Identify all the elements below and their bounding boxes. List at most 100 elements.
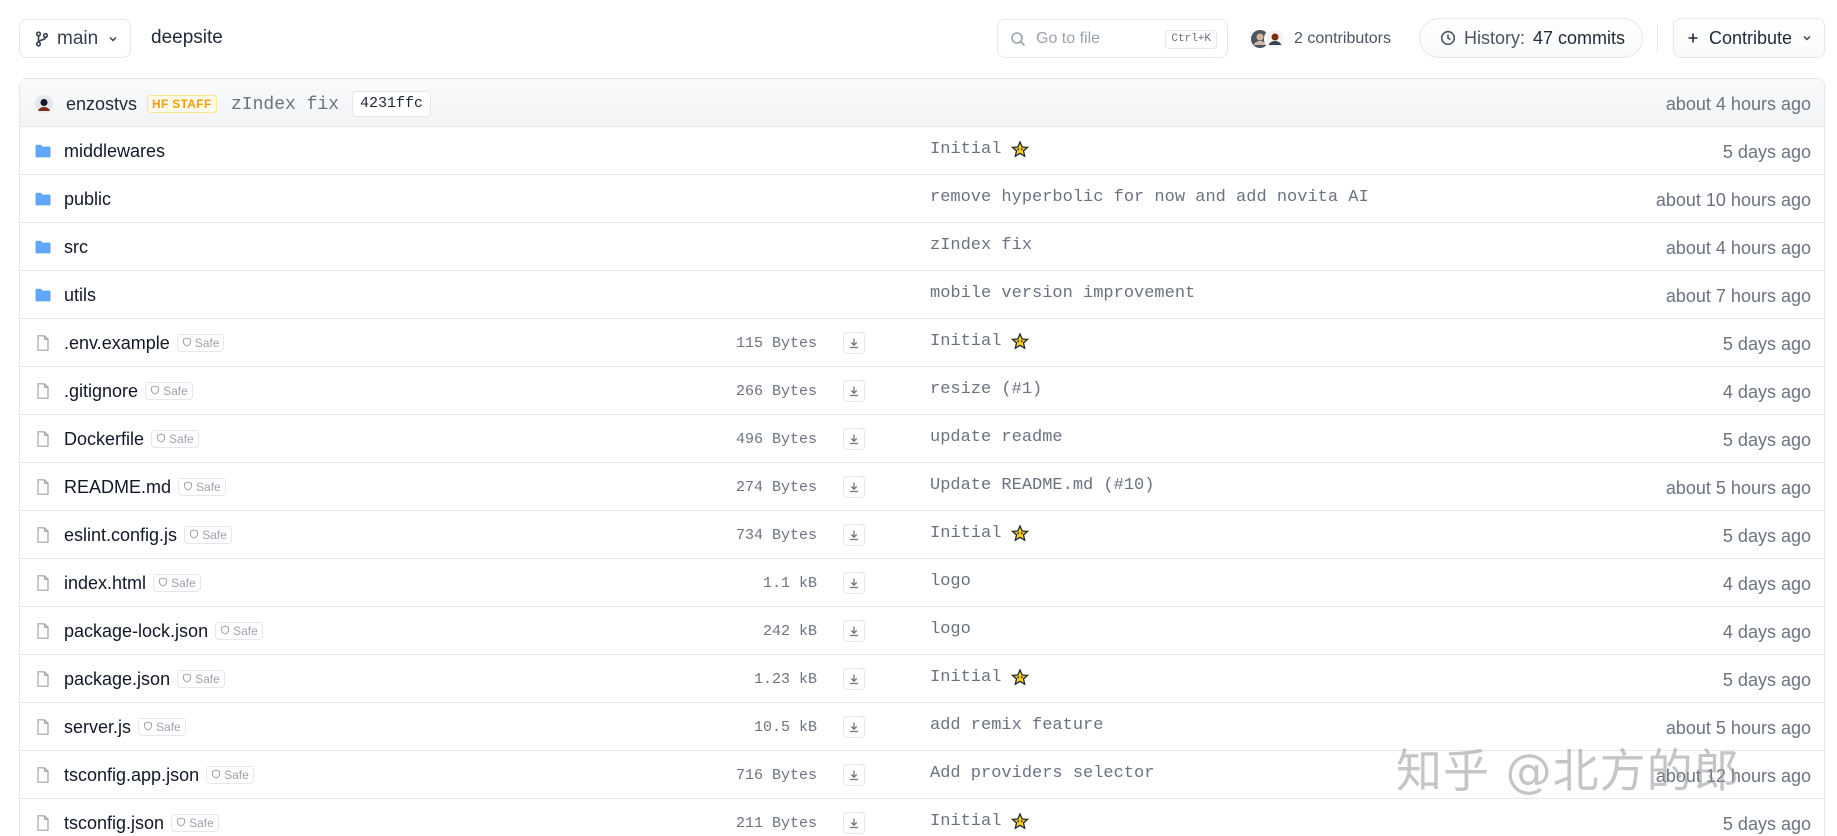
shield-icon bbox=[176, 816, 186, 830]
go-to-file-search[interactable]: Ctrl+K bbox=[997, 19, 1228, 58]
commit-message-link[interactable]: add remix feature bbox=[930, 716, 1103, 735]
commit-message-link[interactable]: Initial bbox=[930, 332, 1030, 351]
file-name-link[interactable]: index.html Safe bbox=[64, 573, 201, 594]
commit-message-link[interactable]: Initial bbox=[930, 140, 1030, 159]
file-name: index.html bbox=[64, 573, 147, 593]
download-button[interactable] bbox=[843, 764, 865, 786]
file-name-link[interactable]: server.js Safe bbox=[64, 717, 186, 738]
commit-message-link[interactable]: Add providers selector bbox=[930, 764, 1154, 783]
commit-time: about 5 hours ago bbox=[1665, 718, 1811, 738]
commit-message-link[interactable]: Initial bbox=[930, 812, 1030, 831]
commit-message: Initial bbox=[930, 332, 1002, 351]
commit-message-link[interactable]: Initial bbox=[930, 524, 1030, 543]
file-size: 274 Bytes bbox=[735, 479, 817, 496]
history-button[interactable]: History: 47 commits bbox=[1419, 18, 1643, 58]
safe-label: Safe bbox=[189, 816, 214, 830]
download-button[interactable] bbox=[843, 476, 865, 498]
file-name-link[interactable]: public bbox=[64, 189, 111, 210]
commit-message-link[interactable]: Initial bbox=[930, 668, 1030, 687]
file-row[interactable]: .env.example Safe 115 Bytes Initial 5 days a… bbox=[20, 319, 1824, 367]
download-button[interactable] bbox=[843, 524, 865, 546]
file-name-link[interactable]: utils bbox=[64, 285, 96, 306]
file-row[interactable]: index.html Safe 1.1 kB logo 4 days ago bbox=[20, 559, 1824, 607]
branch-selector-button[interactable]: main bbox=[19, 19, 131, 58]
download-button[interactable] bbox=[843, 716, 865, 738]
safe-badge: Safe bbox=[138, 718, 186, 736]
contributor-avatar-icon bbox=[1264, 28, 1286, 50]
commit-message-link[interactable]: Update README.md (#10) bbox=[930, 476, 1154, 495]
download-button[interactable] bbox=[843, 620, 865, 642]
commit-message: Initial bbox=[930, 812, 1002, 831]
shield-icon bbox=[156, 432, 166, 446]
commit-message-link[interactable]: logo bbox=[930, 620, 971, 639]
safe-label: Safe bbox=[224, 768, 249, 782]
commit-message: logo bbox=[930, 572, 971, 591]
contributors-link[interactable]: 2 contributors bbox=[1249, 26, 1391, 52]
safe-label: Safe bbox=[156, 720, 181, 734]
commit-message: resize (#1) bbox=[930, 380, 1043, 399]
download-button[interactable] bbox=[843, 668, 865, 690]
file-name-link[interactable]: .env.example Safe bbox=[64, 333, 225, 354]
download-button[interactable] bbox=[843, 332, 865, 354]
file-size: 211 Bytes bbox=[735, 815, 817, 832]
file-row[interactable]: public remove hyperbolic for now and add … bbox=[20, 175, 1824, 223]
file-row[interactable]: tsconfig.json Safe 211 Bytes Initial 5 days … bbox=[20, 799, 1824, 836]
file-row[interactable]: utils mobile version improvement about 7 h… bbox=[20, 271, 1824, 319]
file-row[interactable]: tsconfig.app.json Safe 716 Bytes Add provid… bbox=[20, 751, 1824, 799]
file-name: package-lock.json bbox=[64, 621, 209, 641]
download-button[interactable] bbox=[843, 572, 865, 594]
commit-message-link[interactable]: zIndex fix bbox=[930, 236, 1032, 255]
safe-badge: Safe bbox=[145, 382, 193, 400]
star-emoji-icon bbox=[1011, 812, 1030, 831]
commit-message: add remix feature bbox=[930, 716, 1104, 735]
file-name-link[interactable]: .gitignore Safe bbox=[64, 381, 193, 402]
commit-message-link[interactable]: mobile version improvement bbox=[930, 284, 1195, 303]
file-row[interactable]: package-lock.json Safe 242 kB logo 4 days ag… bbox=[20, 607, 1824, 655]
file-icon bbox=[34, 382, 52, 400]
keyboard-shortcut-hint: Ctrl+K bbox=[1165, 30, 1217, 49]
file-name-link[interactable]: eslint.config.js Safe bbox=[64, 525, 232, 546]
file-row[interactable]: src zIndex fix about 4 hours ago bbox=[20, 223, 1824, 271]
safe-badge: Safe bbox=[184, 526, 232, 544]
file-name-link[interactable]: src bbox=[64, 237, 88, 258]
file-name-link[interactable]: middlewares bbox=[64, 141, 165, 162]
commit-message-link[interactable]: resize (#1) bbox=[930, 380, 1042, 399]
file-name-link[interactable]: package-lock.json Safe bbox=[64, 621, 263, 642]
file-row[interactable]: README.md Safe 274 Bytes Update README.md (… bbox=[20, 463, 1824, 511]
search-input[interactable] bbox=[1036, 29, 1161, 48]
file-row[interactable]: eslint.config.js Safe 734 Bytes Initial 5 da… bbox=[20, 511, 1824, 559]
contribute-button[interactable]: Contribute bbox=[1673, 18, 1825, 58]
commit-message: Add providers selector bbox=[930, 764, 1155, 783]
commit-time: 5 days ago bbox=[1722, 430, 1811, 450]
commit-message-link[interactable]: remove hyperbolic for now and add novita… bbox=[930, 188, 1369, 207]
file-name: tsconfig.json bbox=[64, 813, 165, 833]
commit-message: Initial bbox=[930, 668, 1002, 687]
commit-message-link[interactable]: logo bbox=[930, 572, 971, 591]
shield-icon bbox=[220, 624, 230, 638]
file-name: src bbox=[64, 237, 88, 257]
file-name-link[interactable]: tsconfig.app.json Safe bbox=[64, 765, 254, 786]
file-name-link[interactable]: README.md Safe bbox=[64, 477, 226, 498]
safe-badge: Safe bbox=[176, 334, 225, 352]
star-emoji-icon bbox=[1011, 524, 1030, 543]
file-icon bbox=[34, 478, 52, 496]
commit-author[interactable]: enzostvs bbox=[66, 94, 137, 115]
commit-hash[interactable]: 4231ffc bbox=[352, 91, 432, 117]
author-avatar-icon bbox=[35, 95, 53, 113]
file-name-link[interactable]: Dockerfile Safe bbox=[64, 429, 199, 450]
file-row[interactable]: .gitignore Safe 266 Bytes resize (#1) 4 days… bbox=[20, 367, 1824, 415]
commit-message-link[interactable]: update readme bbox=[930, 428, 1063, 447]
file-name-link[interactable]: tsconfig.json Safe bbox=[64, 813, 219, 834]
download-button[interactable] bbox=[843, 428, 865, 450]
file-icon bbox=[34, 670, 52, 688]
download-button[interactable] bbox=[843, 380, 865, 402]
commit-message: remove hyperbolic for now and add novita… bbox=[930, 188, 1369, 207]
commit-time: about 10 hours ago bbox=[1655, 190, 1811, 210]
file-row[interactable]: middlewares Initial 5 days ago bbox=[20, 127, 1824, 175]
file-row[interactable]: package.json Safe 1.23 kB Initial 5 days ago bbox=[20, 655, 1824, 703]
file-row[interactable]: Dockerfile Safe 496 Bytes update readme 5 da… bbox=[20, 415, 1824, 463]
download-button[interactable] bbox=[843, 812, 865, 834]
file-name-link[interactable]: package.json Safe bbox=[64, 669, 225, 690]
commit-message[interactable]: zIndex fix bbox=[231, 95, 339, 115]
file-row[interactable]: server.js Safe 10.5 kB add remix feature abo… bbox=[20, 703, 1824, 751]
